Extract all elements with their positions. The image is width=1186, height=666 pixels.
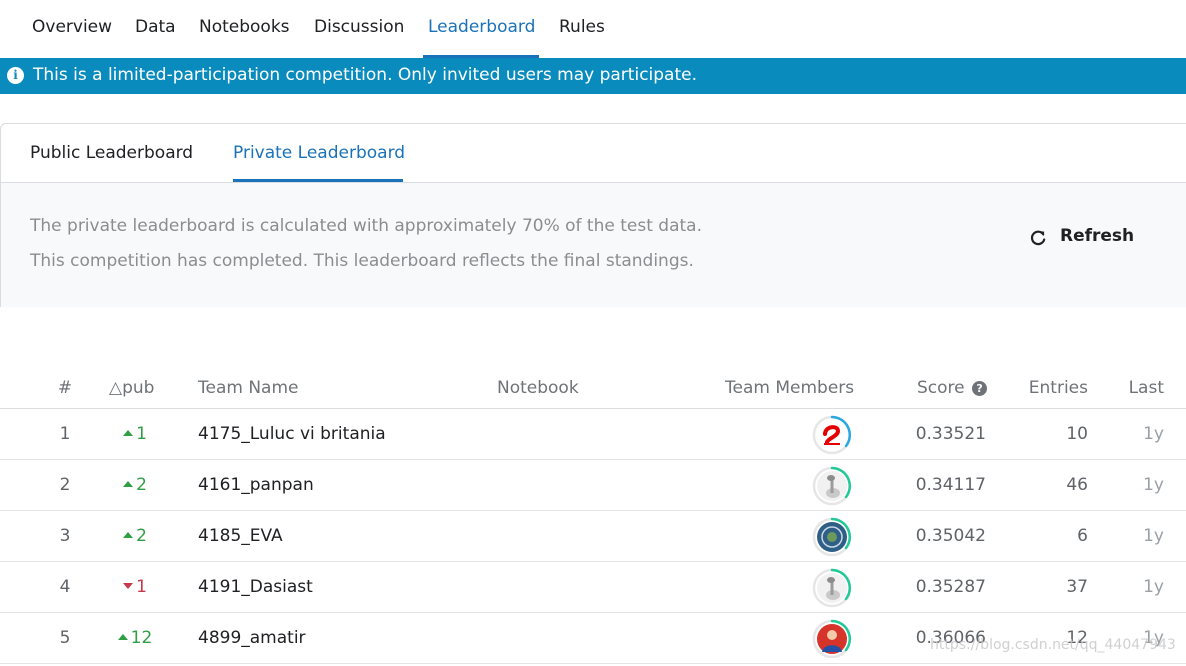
last-submission-cell: 1y: [1143, 475, 1164, 495]
info-line-private: The private leaderboard is calculated wi…: [30, 216, 702, 236]
team-name[interactable]: 4191_Dasiast: [198, 577, 313, 597]
score-cell: 0.34117: [915, 475, 986, 495]
table-row[interactable]: 1 1 4175_Luluc vi britania 0.33521 10 1y: [0, 409, 1186, 460]
team-name[interactable]: 4899_amatir: [198, 628, 306, 648]
header-entries: Entries: [1028, 378, 1088, 398]
info-icon: i: [7, 67, 24, 84]
last-submission-cell: 1y: [1143, 577, 1164, 597]
tab-leaderboard[interactable]: Leaderboard: [428, 17, 535, 37]
leaderboard-table-header: # △pub Team Name Notebook Team Members S…: [0, 370, 1186, 409]
leaderboard-tabs: Public Leaderboard Private Leaderboard: [1, 124, 1186, 183]
rank-change: 2: [110, 475, 160, 495]
airtel-logo-avatar: [812, 415, 852, 455]
person-photo-avatar: [812, 619, 852, 659]
tab-discussion[interactable]: Discussion: [314, 17, 404, 37]
refresh-label: Refresh: [1060, 226, 1135, 246]
team-name[interactable]: 4185_EVA: [198, 526, 283, 546]
rank-change: 12: [110, 628, 160, 648]
ostrich-avatar: [812, 568, 852, 608]
rank-change-value: 1: [136, 577, 147, 597]
table-row[interactable]: 4 1 4191_Dasiast 0.35287 37 1y: [0, 562, 1186, 613]
refresh-icon: [1030, 230, 1046, 246]
rank-change-value: 12: [130, 628, 153, 648]
tab-overview[interactable]: Overview: [32, 17, 112, 37]
tab-private-leaderboard[interactable]: Private Leaderboard: [233, 143, 405, 163]
entries-cell: 37: [1066, 577, 1088, 597]
info-line-completed: This competition has completed. This lea…: [30, 251, 694, 271]
leaderboard-card: Public Leaderboard Private Leaderboard T…: [0, 123, 1186, 307]
rank-cell: 2: [59, 475, 71, 495]
team-member-avatar[interactable]: [812, 466, 852, 506]
score-cell: 0.33521: [915, 424, 986, 444]
triangle-up-icon: [123, 532, 134, 538]
header-delta-public[interactable]: △pub: [109, 378, 154, 398]
header-team-name: Team Name: [198, 378, 299, 398]
team-name[interactable]: 4161_panpan: [198, 475, 314, 495]
rank-cell: 3: [59, 526, 71, 546]
active-subtab-indicator: [233, 179, 403, 182]
banner-text: This is a limited-participation competit…: [33, 65, 697, 85]
rank-cell: 4: [59, 577, 71, 597]
table-row[interactable]: 3 2 4185_EVA 0.35042 6 1y: [0, 511, 1186, 562]
participation-banner: i This is a limited-participation compet…: [0, 58, 1186, 94]
ostrich-avatar: [812, 466, 852, 506]
header-score: Score ?: [917, 378, 988, 398]
rank-change: 2: [110, 526, 160, 546]
team-member-avatar[interactable]: [812, 415, 852, 455]
triangle-up-icon: [117, 634, 128, 640]
header-score-label: Score: [917, 378, 965, 398]
triangle-up-icon: [123, 430, 134, 436]
header-notebook: Notebook: [497, 378, 579, 398]
last-submission-cell: 1y: [1143, 526, 1164, 546]
entries-cell: 46: [1066, 475, 1088, 495]
team-member-avatar[interactable]: [812, 517, 852, 557]
score-cell: 0.35287: [915, 577, 986, 597]
triangle-up-icon: [123, 481, 134, 487]
entries-cell: 10: [1066, 424, 1088, 444]
tab-rules[interactable]: Rules: [559, 17, 605, 37]
rank-change: 1: [110, 424, 160, 444]
score-cell: 0.35042: [915, 526, 986, 546]
rank-change-value: 1: [136, 424, 147, 444]
rank-change-value: 2: [136, 526, 147, 546]
table-row[interactable]: 2 2 4161_panpan 0.34117 46 1y: [0, 460, 1186, 511]
competition-nav: Overview Data Notebooks Discussion Leade…: [0, 0, 1186, 58]
header-last: Last: [1128, 378, 1164, 398]
rank-change-value: 2: [136, 475, 147, 495]
team-member-avatar[interactable]: [812, 568, 852, 608]
entries-cell: 6: [1077, 526, 1088, 546]
rank-cell: 5: [59, 628, 71, 648]
tab-public-leaderboard[interactable]: Public Leaderboard: [30, 143, 193, 163]
help-icon[interactable]: ?: [972, 381, 988, 396]
watermark-text: https://blog.csdn.net/qq_44047943: [930, 637, 1176, 653]
rank-change: 1: [110, 577, 160, 597]
last-submission-cell: 1y: [1143, 424, 1164, 444]
header-rank: #: [57, 378, 73, 398]
triangle-down-icon: [123, 583, 134, 589]
emblem-avatar: [812, 517, 852, 557]
tab-data[interactable]: Data: [135, 17, 176, 37]
leaderboard-info: The private leaderboard is calculated wi…: [1, 183, 1186, 307]
team-name[interactable]: 4175_Luluc vi britania: [198, 424, 386, 444]
team-member-avatar[interactable]: [812, 619, 852, 659]
tab-notebooks[interactable]: Notebooks: [199, 17, 290, 37]
header-team-members: Team Members: [725, 378, 855, 398]
rank-cell: 1: [59, 424, 71, 444]
